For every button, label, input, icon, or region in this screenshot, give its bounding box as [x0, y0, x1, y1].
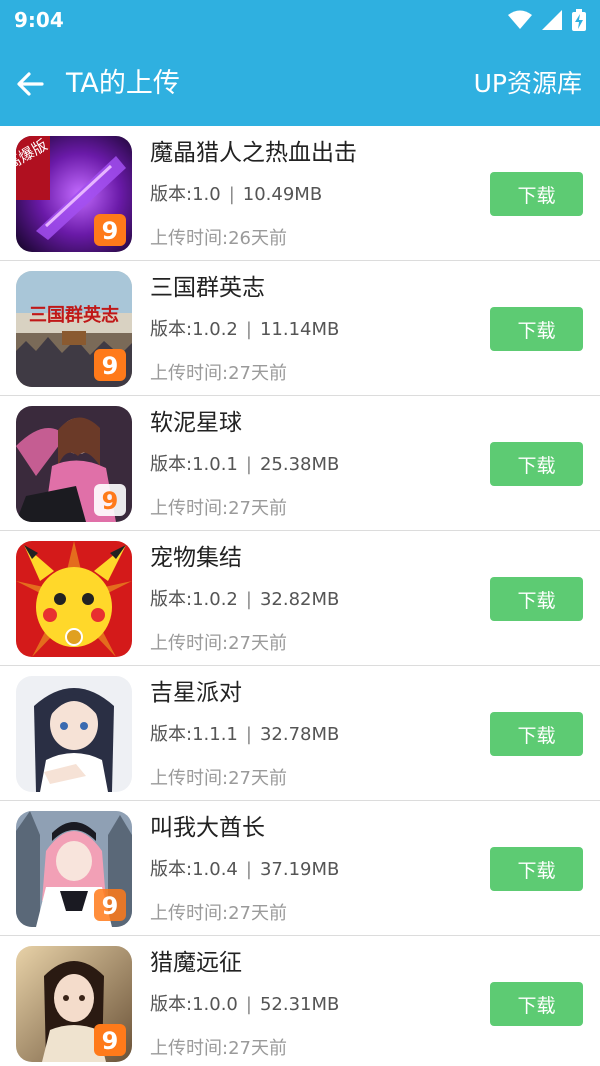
item-upload-time: 上传时间:27天前 — [150, 498, 287, 519]
item-size: 11.14MB — [259, 319, 340, 340]
status-time: 9:04 — [14, 8, 64, 32]
item-version: 版本:1.0.0 — [150, 994, 238, 1015]
download-button[interactable]: 下载 — [490, 982, 583, 1026]
list-item[interactable]: 宠物集结 版本:1.0.2 | 32.82MB 上传时间:27天前 下载 — [0, 531, 600, 666]
meta-separator: | — [245, 589, 252, 610]
item-meta: 版本:1.0.2 | 11.14MB — [150, 317, 339, 343]
list-item[interactable]: 9 软泥星球 版本:1.0.1 | 25.38MB 上传时间:27天前 下载 — [0, 396, 600, 531]
wifi-icon — [508, 10, 532, 29]
item-name: 软泥星球 — [150, 410, 242, 436]
app-icon-5: 9 — [16, 811, 132, 927]
item-upload-time: 上传时间:27天前 — [150, 363, 287, 384]
item-name: 魔晶猎人之热血出击 — [150, 140, 357, 166]
app-icon-6: 9 — [16, 946, 132, 1062]
list-item[interactable]: 9 叫我大酋长 版本:1.0.4 | 37.19MB 上传时间:27天前 下载 — [0, 801, 600, 936]
download-button[interactable]: 下载 — [490, 307, 583, 351]
meta-separator: | — [245, 994, 252, 1015]
back-button[interactable] — [12, 66, 48, 102]
list-item[interactable]: 9 猎魔远征 版本:1.0.0 | 52.31MB 上传时间:27天前 下载 — [0, 936, 600, 1066]
item-meta: 版本:1.0.1 | 25.38MB — [150, 452, 339, 478]
signal-icon — [542, 10, 562, 30]
upload-list: 高爆版 9 魔晶猎人之热血出击 版本:1.0 | 10.49MB 上传时间:26天前… — [0, 126, 600, 1066]
app-icon-1: 三国群英志 9 — [16, 271, 132, 387]
up-library-link[interactable]: UP资源库 — [474, 66, 582, 102]
item-version: 版本:1.0.1 — [150, 454, 238, 475]
download-button[interactable]: 下载 — [490, 847, 583, 891]
item-meta: 版本:1.1.1 | 32.78MB — [150, 722, 339, 748]
item-name: 三国群英志 — [150, 275, 265, 301]
item-upload-time: 上传时间:27天前 — [150, 768, 287, 789]
arrow-left-icon — [17, 72, 44, 96]
item-size: 32.82MB — [259, 589, 340, 610]
item-name: 吉星派对 — [150, 680, 242, 706]
item-version: 版本:1.1.1 — [150, 724, 238, 745]
item-size: 52.31MB — [259, 994, 340, 1015]
item-meta: 版本:1.0.4 | 37.19MB — [150, 857, 339, 883]
svg-text:9: 9 — [102, 487, 119, 515]
item-upload-time: 上传时间:26天前 — [150, 228, 287, 249]
status-bar: 9:04 — [0, 0, 600, 42]
svg-text:三国群英志: 三国群英志 — [29, 304, 119, 326]
item-size: 37.19MB — [259, 859, 340, 880]
item-version: 版本:1.0.2 — [150, 589, 238, 610]
svg-text:9: 9 — [102, 1027, 119, 1055]
item-name: 宠物集结 — [150, 545, 242, 571]
list-item[interactable]: 高爆版 9 魔晶猎人之热血出击 版本:1.0 | 10.49MB 上传时间:26天前… — [0, 126, 600, 261]
item-meta: 版本:1.0.2 | 32.82MB — [150, 587, 339, 613]
item-version: 版本:1.0 — [150, 184, 221, 205]
list-item[interactable]: 三国群英志 9 三国群英志 版本:1.0.2 | 11.14MB 上传时间:27天前… — [0, 261, 600, 396]
download-button[interactable]: 下载 — [490, 442, 583, 486]
download-button[interactable]: 下载 — [490, 712, 583, 756]
status-icons — [508, 8, 586, 32]
svg-text:9: 9 — [102, 892, 119, 920]
app-icon-0: 高爆版 9 — [16, 136, 132, 252]
app-icon-4 — [16, 676, 132, 792]
item-upload-time: 上传时间:27天前 — [150, 633, 287, 654]
list-item[interactable]: 吉星派对 版本:1.1.1 | 32.78MB 上传时间:27天前 下载 — [0, 666, 600, 801]
item-size: 25.38MB — [259, 454, 340, 475]
download-button[interactable]: 下载 — [490, 172, 583, 216]
app-icon-3 — [16, 541, 132, 657]
item-version: 版本:1.0.4 — [150, 859, 238, 880]
item-upload-time: 上传时间:27天前 — [150, 1038, 287, 1059]
item-size: 10.49MB — [242, 184, 323, 205]
page-title: TA的上传 — [66, 68, 180, 99]
item-version: 版本:1.0.2 — [150, 319, 238, 340]
app-icon-2: 9 — [16, 406, 132, 522]
item-meta: 版本:1.0 | 10.49MB — [150, 182, 322, 208]
svg-text:9: 9 — [102, 217, 119, 245]
meta-separator: | — [245, 724, 252, 745]
item-size: 32.78MB — [259, 724, 340, 745]
battery-charging-icon — [572, 9, 586, 31]
download-button[interactable]: 下载 — [490, 577, 583, 621]
item-upload-time: 上传时间:27天前 — [150, 903, 287, 924]
app-bar: TA的上传 UP资源库 — [0, 42, 600, 126]
item-name: 猎魔远征 — [150, 950, 242, 976]
meta-separator: | — [245, 859, 252, 880]
meta-separator: | — [228, 184, 235, 205]
meta-separator: | — [245, 319, 252, 340]
svg-text:9: 9 — [102, 352, 119, 380]
item-name: 叫我大酋长 — [150, 815, 265, 841]
item-meta: 版本:1.0.0 | 52.31MB — [150, 992, 339, 1018]
meta-separator: | — [245, 454, 252, 475]
